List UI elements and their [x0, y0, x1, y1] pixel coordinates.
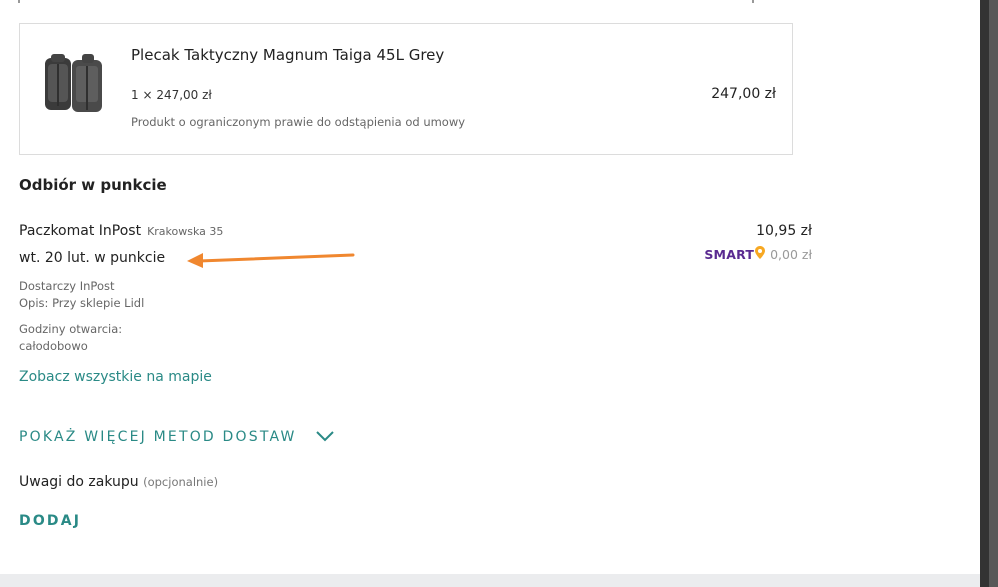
opening-hours-value: całodobowo [19, 339, 88, 353]
page-footer-band [0, 574, 980, 587]
pickup-address: Krakowska 35 [147, 225, 224, 238]
purchase-remarks: Uwagi do zakupu (opcjonalnie) [19, 474, 218, 490]
show-more-delivery-methods-button[interactable]: POKAŻ WIĘCEJ METOD DOSTAW [19, 427, 335, 446]
smart-pin-icon [755, 246, 766, 262]
pickup-point-name[interactable]: Paczkomat InPost Krakowska 35 [19, 223, 223, 239]
remarks-optional: (opcjonalnie) [143, 475, 219, 489]
scrollbar-thumb[interactable] [989, 0, 998, 587]
annotation-arrow-icon [187, 253, 355, 268]
previous-section-edge [0, 0, 980, 4]
opening-hours-label: Godziny otwarcia: [19, 322, 123, 336]
add-remarks-button[interactable]: DODAJ [19, 513, 81, 529]
product-name: Plecak Taktyczny Magnum Taiga 45L Grey [131, 46, 445, 64]
smart-price-row: SMART 0,00 zł [704, 246, 812, 262]
remarks-label: Uwagi do zakupu [19, 474, 139, 490]
pickup-name-label: Paczkomat InPost [19, 223, 142, 239]
smart-price: 0,00 zł [770, 246, 812, 262]
order-item-card: Plecak Taktyczny Magnum Taiga 45L Grey 1… [19, 23, 793, 155]
pickup-date: wt. 20 lut. w punkcie [19, 250, 166, 266]
pickup-description: Opis: Przy sklepie Lidl [19, 296, 145, 310]
product-total: 247,00 zł [711, 86, 776, 102]
backpack-image [42, 50, 112, 116]
chevron-down-icon [315, 427, 335, 446]
delivery-price: 10,95 zł [756, 223, 812, 239]
product-quantity-price: 1 × 247,00 zł [131, 88, 212, 102]
smart-logo: SMART [704, 246, 755, 262]
carrier-info: Dostarczy InPost [19, 279, 115, 293]
delivery-section-title: Odbiór w punkcie [19, 176, 167, 194]
more-methods-label: POKAŻ WIĘCEJ METOD DOSTAW [19, 428, 297, 445]
product-return-note: Produkt o ograniczonym prawie do odstąpi… [131, 115, 466, 129]
see-all-on-map-link[interactable]: Zobacz wszystkie na mapie [19, 369, 212, 385]
